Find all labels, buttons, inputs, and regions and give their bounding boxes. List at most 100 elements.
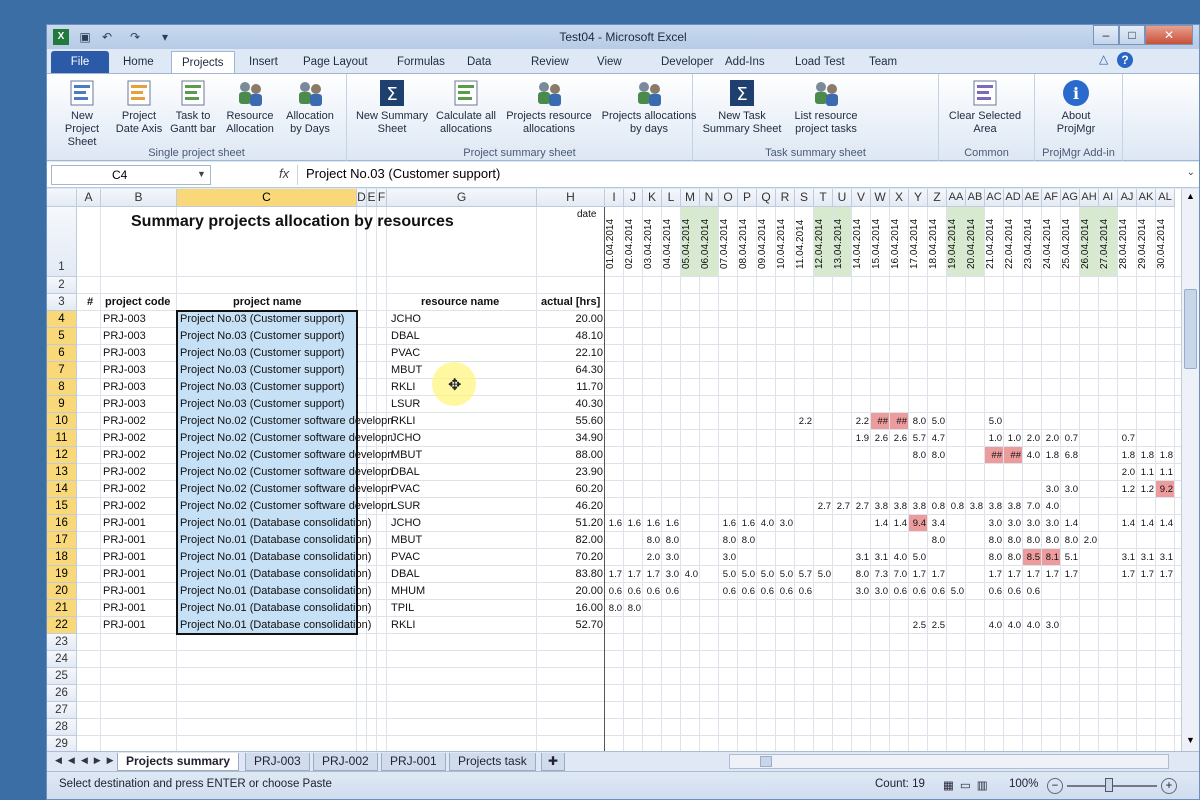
- daily-allocation-cell[interactable]: 3.0: [662, 569, 679, 580]
- project-name-cell[interactable]: Project No.03 (Customer support): [180, 330, 392, 342]
- actual-hours-cell[interactable]: 82.00: [537, 534, 603, 546]
- resource-name-cell[interactable]: MBUT: [391, 449, 422, 461]
- row-header-19[interactable]: 19: [47, 566, 77, 583]
- daily-allocation-cell[interactable]: 1.9: [852, 433, 869, 444]
- project-name-cell[interactable]: Project No.01 (Database consolidation): [180, 585, 392, 597]
- daily-allocation-cell[interactable]: 1.1: [1156, 467, 1173, 478]
- tab-home[interactable]: Home: [113, 51, 164, 73]
- tab-page-layout[interactable]: Page Layout: [293, 51, 378, 73]
- daily-allocation-cell[interactable]: 4.0: [890, 552, 907, 563]
- daily-allocation-cell[interactable]: 1.7: [1156, 569, 1173, 580]
- daily-allocation-cell[interactable]: 1.8: [1156, 450, 1173, 461]
- actual-hours-cell[interactable]: 20.00: [537, 313, 603, 325]
- tab-formulas[interactable]: Formulas: [387, 51, 455, 73]
- ribbon-button-allocation-by-days[interactable]: Allocation by Days: [281, 78, 339, 136]
- resource-name-cell[interactable]: RKLI: [391, 415, 415, 427]
- view-buttons-icon[interactable]: ▦▭▥: [943, 778, 994, 792]
- daily-allocation-cell[interactable]: 1.7: [643, 569, 660, 580]
- daily-allocation-cell[interactable]: 2.0: [1118, 467, 1135, 478]
- resource-name-cell[interactable]: JCHO: [391, 432, 421, 444]
- daily-allocation-cell[interactable]: 2.2: [795, 416, 812, 427]
- scroll-down-icon[interactable]: ▼: [1184, 735, 1197, 749]
- tab-projects[interactable]: Projects: [171, 51, 235, 73]
- daily-allocation-cell[interactable]: 1.1: [1137, 467, 1154, 478]
- actual-hours-cell[interactable]: 88.00: [537, 449, 603, 461]
- zoom-out-button[interactable]: −: [1047, 778, 1063, 794]
- actual-hours-cell[interactable]: 70.20: [537, 551, 603, 563]
- daily-allocation-cell[interactable]: 0.6: [1023, 586, 1040, 597]
- project-name-cell[interactable]: Project No.01 (Database consolidation): [180, 517, 392, 529]
- daily-allocation-cell[interactable]: 1.2: [1118, 484, 1135, 495]
- tab-view[interactable]: View: [587, 51, 632, 73]
- actual-hours-cell[interactable]: 60.20: [537, 483, 603, 495]
- tab-load-test[interactable]: Load Test: [785, 51, 855, 73]
- close-button[interactable]: ✕: [1145, 25, 1193, 45]
- daily-allocation-cell[interactable]: 3.1: [852, 552, 869, 563]
- daily-allocation-cell[interactable]: 0.8: [928, 501, 945, 512]
- daily-allocation-cell[interactable]: 5.1: [1061, 552, 1078, 563]
- resource-name-cell[interactable]: JCHO: [391, 517, 421, 529]
- daily-allocation-cell[interactable]: 2.0: [1042, 433, 1059, 444]
- daily-allocation-cell[interactable]: 8.0: [1061, 535, 1078, 546]
- vertical-scroll-thumb[interactable]: [1184, 289, 1197, 369]
- resource-name-cell[interactable]: RKLI: [391, 619, 415, 631]
- daily-allocation-cell[interactable]: 1.7: [985, 569, 1002, 580]
- maximize-button[interactable]: □: [1119, 25, 1145, 45]
- project-code-cell[interactable]: PRJ-002: [103, 483, 146, 495]
- row-header-28[interactable]: 28: [47, 719, 77, 736]
- daily-allocation-cell[interactable]: ##: [985, 450, 1002, 461]
- daily-allocation-cell[interactable]: 2.0: [1080, 535, 1097, 546]
- project-code-cell[interactable]: PRJ-003: [103, 398, 146, 410]
- tab-add-ins[interactable]: Add-Ins: [715, 51, 775, 73]
- actual-hours-cell[interactable]: 46.20: [537, 500, 603, 512]
- daily-allocation-cell[interactable]: 3.0: [1061, 484, 1078, 495]
- horizontal-scrollbar[interactable]: [729, 754, 1169, 769]
- daily-allocation-cell[interactable]: 3.8: [890, 501, 907, 512]
- daily-allocation-cell[interactable]: 7.0: [890, 569, 907, 580]
- row-header-4[interactable]: 4: [47, 311, 77, 328]
- daily-allocation-cell[interactable]: 8.0: [928, 535, 945, 546]
- column-header-AD[interactable]: AD: [1004, 189, 1023, 207]
- column-header-AF[interactable]: AF: [1042, 189, 1061, 207]
- daily-allocation-cell[interactable]: 8.1: [1042, 552, 1059, 563]
- column-header-X[interactable]: X: [890, 189, 909, 207]
- daily-allocation-cell[interactable]: 3.8: [1004, 501, 1021, 512]
- column-header-AE[interactable]: AE: [1023, 189, 1042, 207]
- project-code-cell[interactable]: PRJ-002: [103, 449, 146, 461]
- ribbon-button-new-summary-sheet[interactable]: Σ New Summary Sheet: [353, 78, 431, 136]
- daily-allocation-cell[interactable]: 0.6: [890, 586, 907, 597]
- row-header-14[interactable]: 14: [47, 481, 77, 498]
- project-code-cell[interactable]: PRJ-003: [103, 313, 146, 325]
- daily-allocation-cell[interactable]: 3.8: [909, 501, 926, 512]
- ribbon-button-new-project-sheet[interactable]: New Project Sheet: [53, 78, 111, 149]
- daily-allocation-cell[interactable]: 5.0: [776, 569, 793, 580]
- column-header-V[interactable]: V: [852, 189, 871, 207]
- daily-allocation-cell[interactable]: 0.6: [605, 586, 622, 597]
- daily-allocation-cell[interactable]: 0.6: [909, 586, 926, 597]
- column-header-J[interactable]: J: [624, 189, 643, 207]
- column-header-W[interactable]: W: [871, 189, 890, 207]
- daily-allocation-cell[interactable]: 1.7: [1042, 569, 1059, 580]
- row-header-1[interactable]: 1: [47, 207, 77, 277]
- daily-allocation-cell[interactable]: 5.0: [928, 416, 945, 427]
- vertical-scrollbar[interactable]: ▲ ▼: [1181, 189, 1199, 751]
- daily-allocation-cell[interactable]: 3.8: [966, 501, 983, 512]
- project-code-cell[interactable]: PRJ-002: [103, 432, 146, 444]
- daily-allocation-cell[interactable]: 5.0: [814, 569, 831, 580]
- daily-allocation-cell[interactable]: 5.7: [795, 569, 812, 580]
- project-code-cell[interactable]: PRJ-002: [103, 415, 146, 427]
- daily-allocation-cell[interactable]: ##: [871, 416, 888, 427]
- daily-allocation-cell[interactable]: 8.5: [1023, 552, 1040, 563]
- ribbon-minimize-icon[interactable]: △: [1099, 52, 1108, 66]
- row-header-20[interactable]: 20: [47, 583, 77, 600]
- daily-allocation-cell[interactable]: 3.0: [1042, 620, 1059, 631]
- row-header-9[interactable]: 9: [47, 396, 77, 413]
- row-header-25[interactable]: 25: [47, 668, 77, 685]
- column-header-AI[interactable]: AI: [1099, 189, 1118, 207]
- project-name-cell[interactable]: Project No.02 (Customer software develop…: [180, 500, 392, 512]
- daily-allocation-cell[interactable]: 4.0: [1023, 450, 1040, 461]
- insert-sheet-icon[interactable]: ✚: [541, 753, 565, 771]
- daily-allocation-cell[interactable]: 7.0: [1023, 501, 1040, 512]
- column-header-I[interactable]: I: [605, 189, 624, 207]
- ribbon-button-clear-selected-area[interactable]: Clear Selected Area: [945, 78, 1025, 136]
